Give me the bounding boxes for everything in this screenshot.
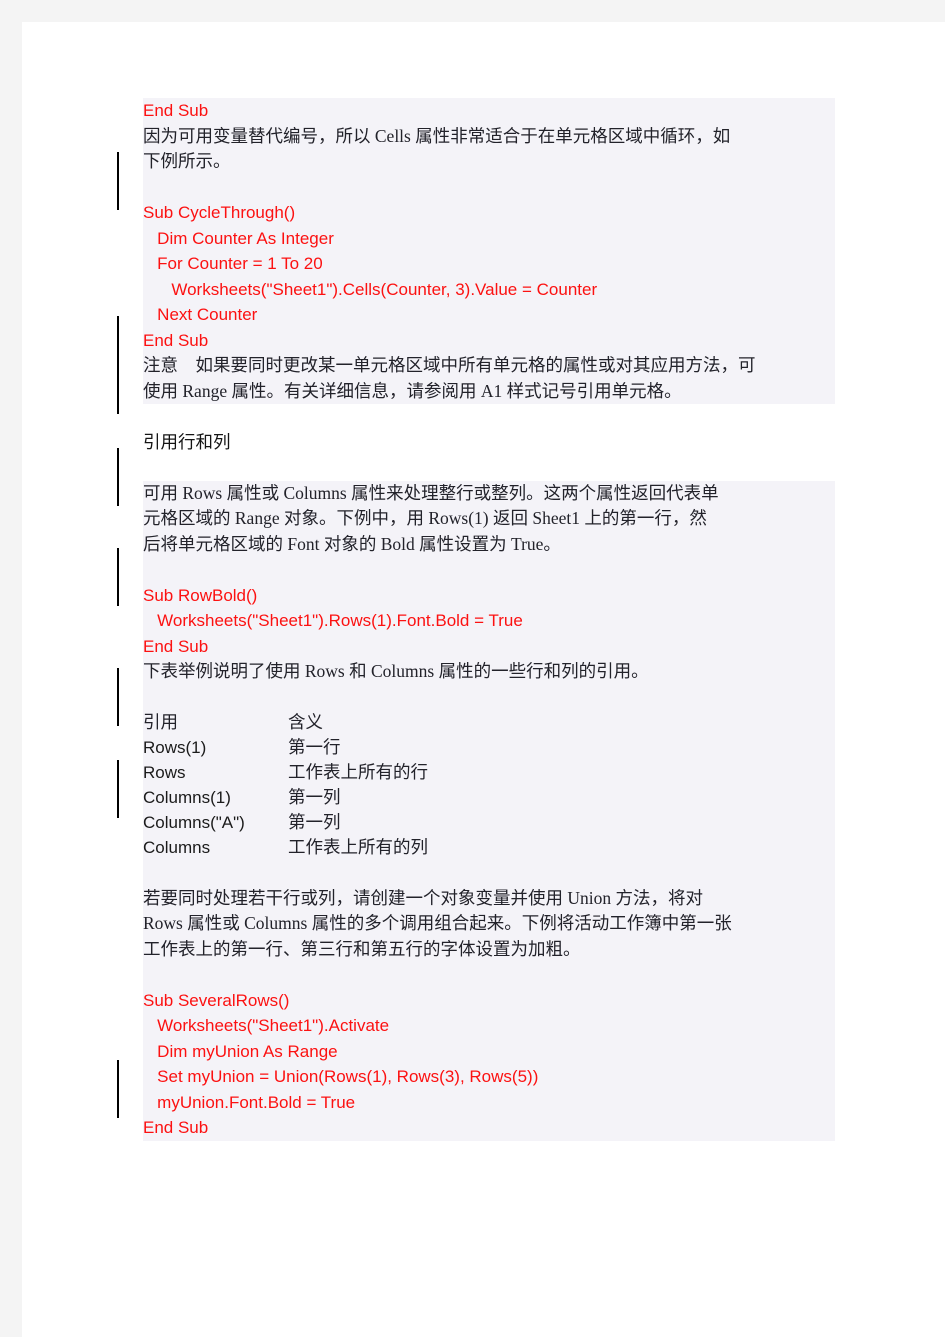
code-line: Worksheets("Sheet1").Cells(Counter, 3).V… (143, 279, 598, 299)
reference-table: 引用 含义 Rows(1) 第一行 Rows 工作表上所有的行 Columns(1) 第一列 C… (143, 710, 835, 860)
text-line: 可用 Rows 属性或 Columns 属性来处理整行或整列。这两个属性返回代表… (143, 482, 719, 503)
text-line: 注意 如果要同时更改某一单元格区域中所有单元格的属性或对其应用方法，可 (143, 355, 756, 375)
table-cell-reference: Rows(1) (143, 738, 207, 757)
code-line: Sub RowBold() (143, 585, 258, 605)
table-cell-meaning: 工作表上所有的列 (288, 837, 428, 857)
text-line: 下例所示。 (143, 151, 231, 171)
code-line: End Sub (143, 101, 209, 120)
table-row: Columns("A") 第一列 (143, 810, 835, 835)
table-cell-reference: Columns (143, 838, 211, 857)
code-line: Worksheets("Sheet1").Rows(1).Font.Bold =… (143, 611, 523, 630)
table-cell-meaning: 工作表上所有的行 (288, 762, 428, 782)
text-line: Rows 属性或 Columns 属性的多个调用组合起来。下例将活动工作簿中第一… (143, 913, 732, 933)
table-header-reference: 引用 (143, 712, 178, 732)
table-cell-reference: Columns("A") (143, 813, 245, 832)
code-line: End Sub (143, 330, 209, 350)
code-line: Dim Counter As Integer (143, 228, 334, 248)
block-gap-2 (143, 455, 835, 481)
document-content: End Sub 因为可用变量替代编号，所以 Cells 属性非常适合于在单元格区域… (143, 98, 835, 1141)
table-cell-meaning: 第一列 (288, 787, 341, 807)
table-cell-reference: Rows (143, 763, 186, 782)
code-line: Dim myUnion As Range (143, 1041, 338, 1061)
change-bar-7 (117, 1060, 119, 1118)
table-cell-reference: Columns(1) (143, 788, 231, 807)
code-line: End Sub (143, 1118, 209, 1137)
code-line: For Counter = 1 To 20 (143, 254, 323, 273)
text-line: 工作表上的第一行、第三行和第五行的字体设置为加粗。 (143, 938, 581, 959)
change-bar-6 (117, 760, 119, 818)
text-line: 使用 Range 属性。有关详细信息，请参阅用 A1 样式记号引用单元格。 (143, 380, 682, 401)
code-line: Sub CycleThrough() (143, 203, 296, 222)
text-line: 后将单元格区域的 Font 对象的 Bold 属性设置为 True。 (143, 533, 561, 554)
document-page: End Sub 因为可用变量替代编号，所以 Cells 属性非常适合于在单元格区域… (22, 22, 945, 1337)
code-line: Next Counter (143, 305, 258, 324)
text-line: 因为可用变量替代编号，所以 Cells 属性非常适合于在单元格区域中循环，如 (143, 125, 731, 146)
code-line: Set myUnion = Union(Rows(1), Rows(3), Ro… (143, 1067, 539, 1086)
table-header-meaning: 含义 (288, 712, 323, 732)
code-line: Sub SeveralRows() (143, 990, 290, 1010)
section-heading-rows-and-columns: 引用行和列 (143, 431, 231, 452)
code-line: Worksheets("Sheet1").Activate (143, 1016, 390, 1035)
section-heading-wrapper: 引用行和列 (143, 429, 835, 455)
content-block-cells-loop: End Sub 因为可用变量替代编号，所以 Cells 属性非常适合于在单元格区域… (143, 98, 835, 404)
code-line: myUnion.Font.Bold = True (143, 1092, 356, 1112)
block-gap-1 (143, 404, 835, 430)
change-bar-1 (117, 152, 119, 210)
table-header-row: 引用 含义 (143, 710, 835, 735)
text-line: 下表举例说明了使用 Rows 和 Columns 属性的一些行和列的引用。 (143, 661, 649, 681)
change-bar-4 (117, 548, 119, 606)
change-bar-3 (117, 448, 119, 506)
table-row: Columns 工作表上所有的列 (143, 835, 835, 860)
code-line: End Sub (143, 636, 209, 656)
table-row: Rows 工作表上所有的行 (143, 760, 835, 785)
table-row: Columns(1) 第一列 (143, 785, 835, 810)
change-bar-2 (117, 316, 119, 414)
change-bar-5 (117, 668, 119, 726)
table-row: Rows(1) 第一行 (143, 735, 835, 760)
table-cell-meaning: 第一列 (288, 812, 341, 832)
text-line: 若要同时处理若干行或列，请创建一个对象变量并使用 Union 方法，将对 (143, 887, 703, 908)
text-line: 元格区域的 Range 对象。下例中，用 Rows(1) 返回 Sheet1 上… (143, 508, 707, 528)
table-cell-meaning: 第一行 (288, 737, 341, 757)
content-block-rows-columns: 可用 Rows 属性或 Columns 属性来处理整行或整列。这两个属性返回代表… (143, 480, 835, 1141)
